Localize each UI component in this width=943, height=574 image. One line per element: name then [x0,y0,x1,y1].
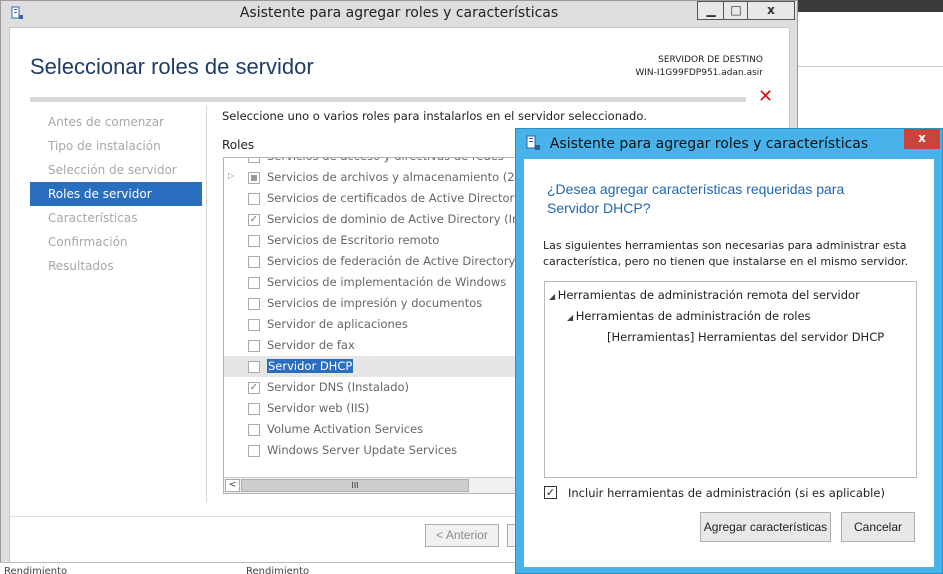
cancel-button[interactable]: Cancelar [841,512,915,542]
nav-item[interactable]: Roles de servidor [30,182,202,206]
role-checkbox[interactable] [248,445,260,457]
role-checkbox[interactable] [248,193,260,205]
destination-server: SERVIDOR DE DESTINO WIN-I1G99FDP951.adan… [635,54,763,80]
role-checkbox[interactable] [248,172,260,184]
maximize-button[interactable]: □ [723,1,749,20]
expand-arrow-icon[interactable]: ▷ [228,171,234,180]
role-row[interactable]: Servidor de aplicaciones [224,314,522,335]
error-x-icon[interactable]: ✕ [758,86,773,107]
background-titlebar [798,0,943,12]
dialog-titlebar: Asistente para agregar roles y caracterí… [516,129,942,159]
role-checkbox[interactable] [248,256,260,268]
role-checkbox[interactable] [248,277,260,289]
tree-node[interactable]: [Herramientas] Herramientas del servidor… [607,330,884,344]
dialog-title: Asistente para agregar roles y caracterí… [549,136,869,152]
role-row[interactable]: Servicios de federación de Active Direct… [224,251,522,272]
role-label: Servidor DHCP [267,359,354,373]
role-checkbox[interactable] [248,298,260,310]
bottom-strip: Rendimiento Rendimiento [0,562,520,574]
dialog-description: Las siguientes herramientas son necesari… [543,239,909,268]
role-row[interactable]: ▷ Servicios de archivos y almacenamiento … [224,167,523,188]
role-row[interactable]: Servidor web (IIS) [224,398,522,419]
tree-node[interactable]: ◢ Herramientas de administración de role… [567,309,811,323]
role-row[interactable]: ✓ Servidor DNS (Instalado) [224,377,522,398]
role-label: Servicios de archivos y almacenamiento (… [267,170,523,184]
page-title: Seleccionar roles de servidor [30,54,314,79]
role-row[interactable]: Servicios de acceso y directivas de rede… [224,158,522,167]
role-label: Servicios de certificados de Active Dire… [267,191,522,205]
features-tree[interactable]: ◢ Herramientas de administración remota … [544,281,917,478]
role-label: Servidor de fax [267,338,355,352]
role-label: Servicios de acceso y directivas de rede… [267,158,504,163]
add-features-button[interactable]: Agregar características [700,512,831,542]
tree-node-label: Herramientas de administración de roles [575,309,811,323]
progress-bar [30,97,746,102]
tree-node-label: Herramientas de administración remota de… [557,288,860,302]
role-label: Servicios de impresión y documentos [267,296,483,310]
role-label: Servidor de aplicaciones [267,317,408,331]
destination-label: SERVIDOR DE DESTINO [658,55,763,65]
nav-item[interactable]: Características [30,206,202,230]
role-label: Servicios de Escritorio remoto [267,233,440,247]
dialog-question: ¿Desea agregar características requerida… [547,181,845,216]
role-label: Servidor web (IIS) [267,401,370,415]
dialog-body: ¿Desea agregar características requerida… [524,159,934,567]
role-checkbox[interactable] [248,403,260,415]
role-row[interactable]: Servicios de implementación de Windows [224,272,522,293]
horizontal-scrollbar[interactable]: < III [224,477,522,493]
nav-item[interactable]: Selección de servidor [30,158,202,182]
role-checkbox[interactable]: ✓ [248,382,260,394]
background-divider [798,66,943,67]
role-checkbox[interactable] [248,235,260,247]
tree-node[interactable]: ◢ Herramientas de administración remota … [549,288,860,302]
nav-item[interactable]: Tipo de instalación [30,134,202,158]
role-label: Servicios de implementación de Windows [267,275,507,289]
nav-item[interactable]: Confirmación [30,230,202,254]
include-tools-label: Incluir herramientas de administración (… [568,486,885,500]
role-row[interactable]: Volume Activation Services [224,419,522,440]
nav-separator [206,106,207,502]
scroll-thumb[interactable]: III [241,479,469,492]
role-label: Servicios de dominio de Active Directory… [267,212,523,226]
role-checkbox[interactable] [248,424,260,436]
roles-label: Roles [222,138,255,152]
role-row[interactable]: Servicios de impresión y documentos [224,293,522,314]
role-row[interactable]: Servicios de Escritorio remoto [224,230,522,251]
collapse-triangle-icon[interactable]: ◢ [567,313,576,322]
checkbox-icon[interactable]: ✓ [544,486,557,499]
role-row[interactable]: ✓ Servicios de dominio de Active Director… [224,209,523,230]
required-features-dialog: Asistente para agregar roles y caracterí… [515,128,943,574]
instructions-text: Seleccione uno o varios roles para insta… [222,109,647,123]
bottom-label-left: Rendimiento [4,566,68,574]
nav-item[interactable]: Resultados [30,254,202,278]
back-button[interactable]: < Anterior [425,524,499,547]
role-checkbox[interactable] [248,158,260,163]
role-checkbox[interactable] [248,340,260,352]
bottom-label-right: Rendimiento [246,566,310,574]
main-close-button[interactable]: x [747,1,795,20]
role-row[interactable]: Servidor DHCP [224,356,522,377]
role-checkbox[interactable] [248,319,260,331]
minimize-button[interactable]: ▁ [697,1,725,20]
dialog-close-button[interactable]: x [904,129,940,149]
role-row[interactable]: Servidor de fax [224,335,522,356]
main-titlebar: Asistente para agregar roles y caracterí… [1,1,797,27]
main-window-title: Asistente para agregar roles y caracterí… [239,5,559,21]
tree-node-label: [Herramientas] Herramientas del servidor… [607,330,885,344]
role-label: Servidor DNS (Instalado) [267,380,410,394]
role-checkbox[interactable]: ✓ [248,214,260,226]
nav-item[interactable]: Antes de comenzar [30,110,202,134]
role-label: Volume Activation Services [267,422,424,436]
role-row[interactable]: Windows Server Update Services [224,440,522,461]
role-label: Servicios de federación de Active Direct… [267,254,516,268]
collapse-triangle-icon[interactable]: ◢ [549,292,558,301]
role-row[interactable]: Servicios de certificados de Active Dire… [224,188,522,209]
roles-list[interactable]: Servicios de acceso y directivas de rede… [223,157,523,494]
destination-value: WIN-I1G99FDP951.adan.asir [635,68,763,78]
role-label: Windows Server Update Services [267,443,458,457]
scroll-left-button[interactable]: < [225,479,240,492]
role-checkbox[interactable] [248,361,260,373]
wizard-nav: Antes de comenzar Tipo de instalación Sele… [30,110,202,278]
